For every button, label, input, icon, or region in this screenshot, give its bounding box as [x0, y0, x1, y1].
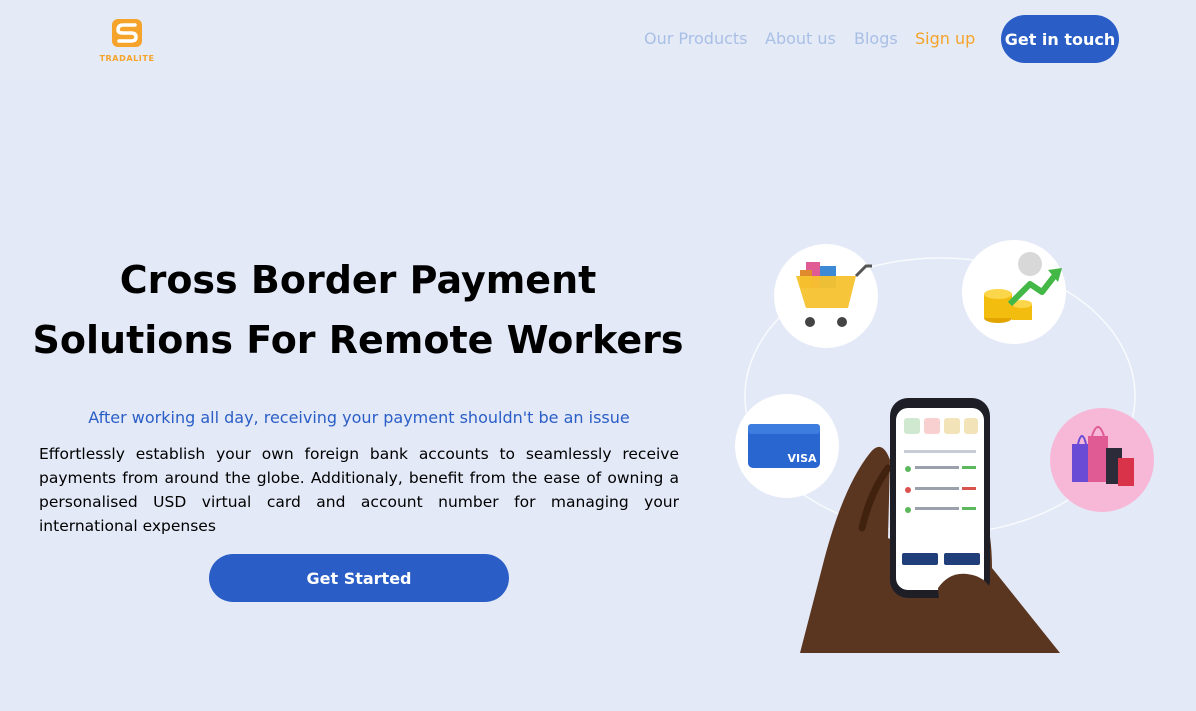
hero-title-line-2: Solutions For Remote Workers — [32, 318, 684, 362]
phone-in-hand-icon — [800, 398, 1060, 653]
get-in-touch-button[interactable]: Get in touch — [1001, 15, 1119, 63]
coins-growth-icon — [962, 240, 1066, 344]
brand-name: TRADALITE — [99, 54, 155, 63]
nav-blogs[interactable]: Blogs — [854, 29, 898, 48]
visa-card-label: VISA — [787, 452, 817, 465]
get-started-button[interactable]: Get Started — [209, 554, 509, 602]
hero-illustration: VISA — [735, 240, 1154, 653]
brand-logo[interactable]: TRADALITE — [98, 18, 156, 63]
hero-title: Cross Border Payment Solutions For Remot… — [30, 250, 686, 370]
shopping-bags-icon — [1050, 408, 1154, 512]
nav-sign-up[interactable]: Sign up — [915, 29, 975, 48]
shopping-cart-icon — [774, 244, 878, 348]
hero-subtitle: After working all day, receiving your pa… — [88, 408, 630, 427]
nav-about-us[interactable]: About us — [765, 29, 836, 48]
tradalite-logo-icon — [112, 19, 142, 47]
hero-description: Effortlessly establish your own foreign … — [39, 445, 679, 535]
hero-title-line-1: Cross Border Payment — [119, 258, 597, 302]
visa-card-icon: VISA — [735, 394, 839, 498]
nav-our-products[interactable]: Our Products — [644, 29, 747, 48]
